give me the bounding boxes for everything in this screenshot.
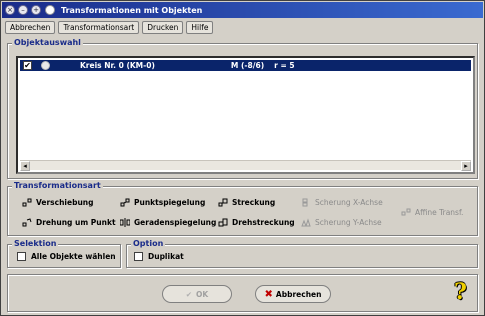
- option-label: Option: [131, 239, 166, 249]
- scroll-left-icon[interactable]: ◂: [20, 161, 30, 171]
- object-checkbox[interactable]: ✔: [23, 61, 32, 70]
- maximize-circle-icon[interactable]: +: [31, 5, 41, 15]
- select-all-option[interactable]: Alle Objekte wählen: [17, 252, 116, 261]
- app-icon: [45, 5, 55, 15]
- help-icon[interactable]: ?: [454, 279, 467, 305]
- rotation-scaling-option[interactable]: Drehstreckung: [218, 216, 295, 228]
- button-panel: ✔ OK ✖ Abbrechen ?: [7, 274, 478, 312]
- scaling-option[interactable]: Streckung: [218, 196, 275, 208]
- checkmark-icon: ✔: [185, 289, 193, 299]
- affine-label: Affine Transf.: [415, 207, 464, 217]
- list-item[interactable]: ✔ Kreis Nr. 0 (KM-0) M (-8/6) r = 5: [20, 60, 471, 71]
- cancel-x-icon: ✖: [264, 288, 273, 300]
- object-list[interactable]: ✔ Kreis Nr. 0 (KM-0) M (-8/6) r = 5 ◂ ▸: [16, 56, 475, 174]
- cancel-label: Abbrechen: [275, 289, 322, 299]
- transformation-group: Transformationsart Verschiebung Punktspi…: [7, 181, 478, 236]
- circle-icon: [41, 61, 50, 70]
- menu-transformationsart[interactable]: Transformationsart: [58, 21, 140, 34]
- menu-abbrechen[interactable]: Abbrechen: [5, 21, 56, 34]
- point-reflection-icon: [120, 198, 130, 206]
- object-name: Kreis Nr. 0 (KM-0): [80, 61, 155, 70]
- dialog-window: × – + Transformationen mit Objekten Abbr…: [0, 0, 485, 316]
- horizontal-scrollbar[interactable]: ◂ ▸: [20, 160, 471, 171]
- object-center: M (-8/6): [230, 61, 265, 70]
- object-radius: r = 5: [274, 61, 295, 70]
- ok-label: OK: [196, 289, 209, 299]
- select-all-label: Alle Objekte wählen: [31, 252, 116, 261]
- duplicate-option[interactable]: Duplikat: [134, 252, 184, 261]
- menu-bar: Abbrechen Transformationsart Drucken Hil…: [5, 21, 214, 35]
- shear-y-icon: [301, 217, 311, 226]
- rotation-icon: [22, 217, 32, 226]
- ok-button[interactable]: ✔ OK: [162, 285, 232, 303]
- close-circle-icon[interactable]: ×: [5, 5, 15, 15]
- shear-y-label: Scherung Y-Achse: [315, 217, 382, 227]
- affine-icon: [401, 208, 411, 215]
- select-all-checkbox[interactable]: [17, 252, 26, 261]
- scaling-label: Streckung: [232, 197, 276, 207]
- duplicate-checkbox[interactable]: [134, 252, 143, 261]
- object-selection-label: Objektauswahl: [12, 38, 83, 48]
- selection-label: Selektion: [12, 239, 59, 249]
- rotation-scaling-label: Drehstreckung: [232, 217, 295, 227]
- selection-group: Selektion Alle Objekte wählen: [7, 239, 121, 268]
- line-reflection-option[interactable]: Geradenspiegelung: [120, 216, 216, 228]
- translate-label: Verschiebung: [36, 197, 94, 207]
- menu-drucken[interactable]: Drucken: [142, 21, 184, 34]
- title-bar[interactable]: × – + Transformationen mit Objekten: [2, 2, 483, 18]
- rotation-option[interactable]: Drehung um Punkt: [22, 216, 116, 228]
- shear-x-icon: [302, 198, 308, 206]
- scroll-right-icon[interactable]: ▸: [461, 161, 471, 171]
- duplicate-label: Duplikat: [148, 252, 184, 261]
- minimize-circle-icon[interactable]: –: [18, 5, 28, 15]
- menu-hilfe[interactable]: Hilfe: [186, 21, 214, 34]
- point-reflection-option[interactable]: Punktspiegelung: [120, 196, 205, 208]
- translate-icon: [22, 198, 32, 206]
- translate-option[interactable]: Verschiebung: [22, 196, 94, 208]
- option-group: Option Duplikat: [126, 239, 478, 268]
- shear-y-option[interactable]: Scherung Y-Achse: [301, 216, 382, 228]
- rotation-label: Drehung um Punkt: [36, 217, 116, 227]
- line-reflection-label: Geradenspiegelung: [134, 217, 217, 227]
- shear-x-label: Scherung X-Achse: [315, 197, 383, 207]
- affine-option[interactable]: Affine Transf.: [401, 206, 463, 218]
- rotation-scaling-icon: [218, 218, 228, 226]
- point-reflection-label: Punktspiegelung: [134, 197, 206, 207]
- line-reflection-icon: [120, 217, 130, 227]
- transformation-label: Transformationsart: [12, 181, 103, 191]
- cancel-button[interactable]: ✖ Abbrechen: [255, 285, 331, 303]
- window-title: Transformationen mit Objekten: [61, 5, 203, 15]
- scaling-icon: [218, 198, 228, 206]
- shear-x-option[interactable]: Scherung X-Achse: [301, 196, 383, 208]
- object-selection-group: Objektauswahl ✔ Kreis Nr. 0 (KM-0) M (-8…: [7, 38, 478, 179]
